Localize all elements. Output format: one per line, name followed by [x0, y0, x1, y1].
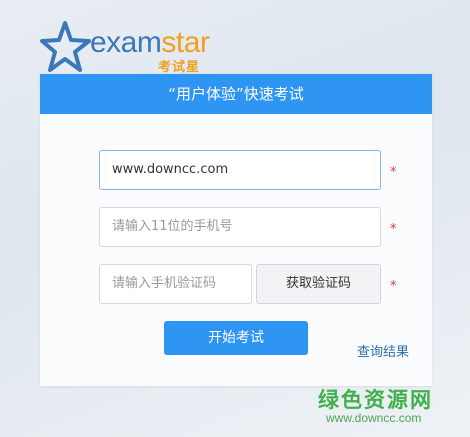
watermark-url: www.downcc.com — [326, 411, 422, 425]
required-mark: * — [390, 165, 397, 180]
card-title: “用户体验”快速考试 — [40, 74, 432, 114]
required-mark: * — [390, 222, 397, 237]
star-logo-icon — [40, 21, 91, 72]
query-results-link[interactable]: 查询结果 — [357, 341, 409, 360]
start-exam-button[interactable]: 开始考试 — [164, 321, 308, 355]
logo-subtitle: 考试星 — [158, 60, 201, 75]
get-code-button[interactable]: 获取验证码 — [256, 264, 381, 304]
phone-input[interactable]: 请输入11位的手机号 — [99, 207, 381, 247]
required-mark: * — [390, 279, 397, 294]
exam-login-card: “用户体验”快速考试 www.downcc.com * 请输入11位的手机号 *… — [40, 74, 432, 386]
website-input[interactable]: www.downcc.com — [99, 150, 381, 190]
logo-wordmark: examstar — [90, 26, 210, 59]
examstar-logo: examstar 考试星 — [40, 20, 210, 76]
watermark-title: 绿色资源网 — [318, 388, 433, 412]
sms-code-input[interactable]: 请输入手机验证码 — [99, 264, 252, 304]
